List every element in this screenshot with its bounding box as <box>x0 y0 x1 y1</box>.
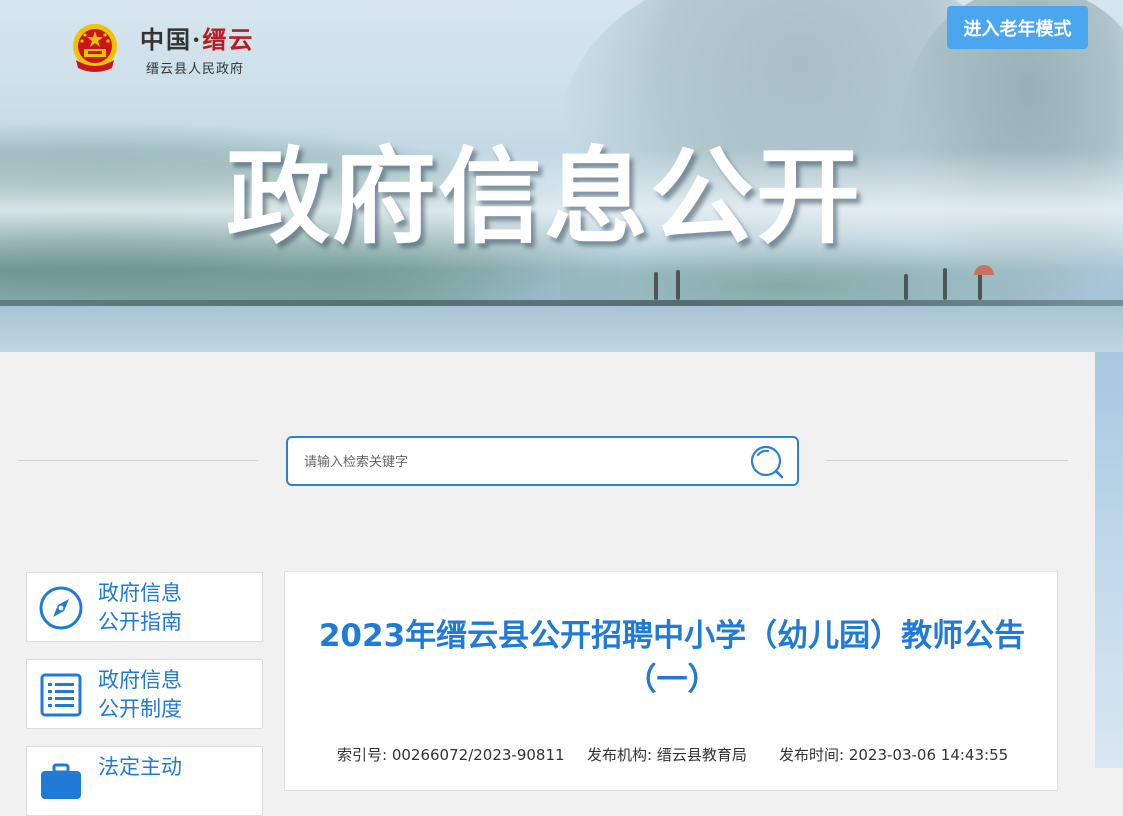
search-input[interactable] <box>302 438 736 486</box>
logo-highlight: 缙云 <box>202 25 255 54</box>
banner-figure <box>676 270 680 300</box>
briefcase-icon <box>41 763 81 799</box>
meta-time-label: 发布时间: <box>779 746 845 764</box>
sidebar-label-line: 政府信息 <box>98 668 182 692</box>
right-background-strip <box>1095 352 1123 768</box>
banner-figure <box>943 268 947 300</box>
search-icon[interactable] <box>750 445 784 479</box>
meta-index-label: 索引号: <box>337 746 388 764</box>
banner-figure <box>654 272 658 300</box>
sidebar-label-line: 公开指南 <box>98 610 182 634</box>
meta-org: 发布机构: 缙云县教育局 <box>587 744 747 765</box>
article-panel: 2023年缙云县公开招聘中小学（幼儿园）教师公告 （一） 索引号: 002660… <box>284 571 1058 791</box>
banner-figure <box>904 274 908 300</box>
sidebar-item-label: 政府信息 公开制度 <box>98 666 182 724</box>
logo-prefix: 中国· <box>140 25 203 54</box>
national-emblem-icon <box>73 24 117 72</box>
elder-mode-button[interactable]: 进入老年模式 <box>947 6 1088 49</box>
meta-org-value: 缙云县教育局 <box>656 746 747 764</box>
sidebar-item-label: 政府信息 公开指南 <box>98 579 182 637</box>
meta-index: 索引号: 00266072/2023-90811 <box>337 744 565 765</box>
article-title-line: 2023年缙云县公开招聘中小学（幼儿园）教师公告 <box>318 618 1026 654</box>
article-title-line: （一） <box>625 662 719 698</box>
search-divider-left <box>18 460 258 461</box>
article-title: 2023年缙云县公开招聘中小学（幼儿园）教师公告 （一） <box>285 614 1059 702</box>
sidebar-label-line: 政府信息 <box>98 581 182 605</box>
meta-index-value: 00266072/2023-90811 <box>391 746 565 764</box>
meta-org-label: 发布机构: <box>587 746 653 764</box>
logo-subtitle: 缙云县人民政府 <box>146 62 245 77</box>
banner-title: 政府信息公开 <box>226 136 863 258</box>
search-divider-right <box>826 460 1068 461</box>
meta-time: 发布时间: 2023-03-06 14:43:55 <box>779 744 1008 765</box>
header-banner: 中国·缙云 缙云县人民政府 进入老年模式 政府信息公开 <box>0 0 1123 352</box>
site-logo[interactable]: 中国·缙云 <box>140 20 254 55</box>
sidebar-item-statutory[interactable]: 法定主动 <box>26 746 263 816</box>
sidebar-label-line: 公开制度 <box>98 697 182 721</box>
banner-water <box>0 306 1123 352</box>
meta-time-value: 2023-03-06 14:43:55 <box>848 746 1009 764</box>
document-list-icon <box>40 673 82 717</box>
search-box <box>286 436 799 486</box>
sidebar-item-guide[interactable]: 政府信息 公开指南 <box>26 572 263 642</box>
sidebar-item-system[interactable]: 政府信息 公开制度 <box>26 659 263 729</box>
compass-icon <box>39 586 83 630</box>
banner-figure <box>978 274 982 300</box>
